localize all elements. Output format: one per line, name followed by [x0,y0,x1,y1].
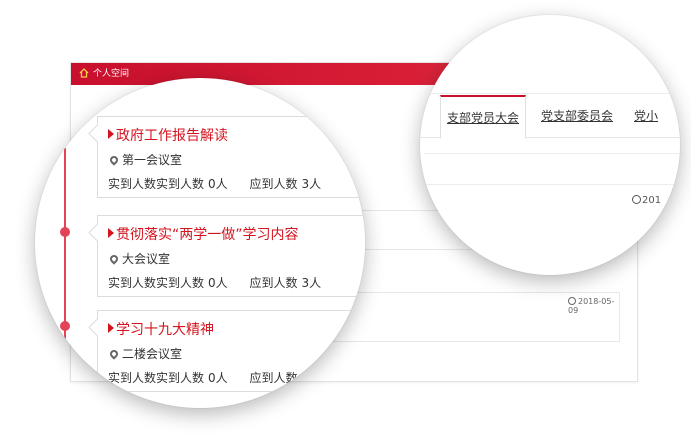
magnifier-right: 支部党员大会 党支部委员会 党小 201 [420,15,680,275]
date-label: 201 [632,195,661,206]
meeting-card[interactable]: 学习十九大精神 二楼会议室 实到人数实到人数 0人 应到人数 [97,310,365,392]
caret-right-icon [108,323,114,333]
meeting-title[interactable]: 学习十九大精神 [108,319,214,339]
home-icon [79,68,89,78]
window-title: 个人空间 [93,69,130,79]
caret-right-icon [108,228,114,238]
magnifier-left: 政府工作报告解读 第一会议室 实到人数实到人数 0人 应到人数 3人 贯彻落实“两学… [35,78,365,408]
timeline-dot [60,321,70,331]
lens-row [424,73,680,94]
caret-right-icon [108,129,114,139]
meeting-card[interactable]: 贯彻落实“两学一做”学习内容 大会议室 实到人数实到人数 0人 应到人数 3人 [97,215,365,297]
clock-icon [568,297,576,305]
tab-branch-members-meeting[interactable]: 支部党员大会 [440,95,527,139]
base-date: 2018-05-09 [568,297,615,315]
timeline-dot [60,227,70,237]
meeting-card[interactable]: 政府工作报告解读 第一会议室 实到人数实到人数 0人 应到人数 3人 [97,116,365,198]
meeting-location: 大会议室 [108,250,170,267]
timeline-line [64,148,66,408]
meeting-location: 第一会议室 [108,151,182,168]
location-pin-icon [108,154,120,166]
meeting-location: 二楼会议室 [108,345,182,362]
meeting-title[interactable]: 贯彻落实“两学一做”学习内容 [108,224,299,244]
attendance-stats: 实到人数实到人数 0人 应到人数 3人 [108,276,322,290]
location-pin-icon [108,348,120,360]
location-pin-icon [108,253,120,265]
meeting-title[interactable]: 政府工作报告解读 [108,125,228,145]
tab-party-group[interactable]: 党小 [634,95,658,136]
clock-icon [632,195,641,204]
lens-row [424,153,680,185]
attendance-stats: 实到人数实到人数 0人 应到人数 3人 [108,177,322,191]
meeting-type-tabs: 支部党员大会 党支部委员会 党小 [420,95,680,139]
tab-branch-committee-meeting[interactable]: 党支部委员会 [541,95,613,136]
attendance-stats: 实到人数实到人数 0人 应到人数 [108,371,298,385]
